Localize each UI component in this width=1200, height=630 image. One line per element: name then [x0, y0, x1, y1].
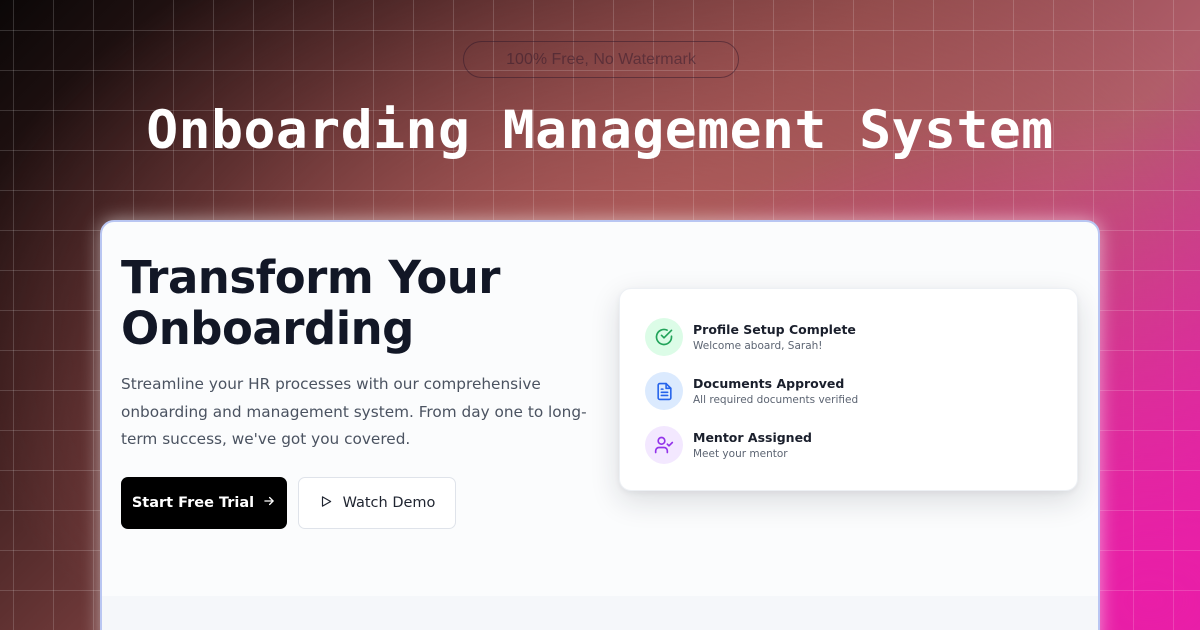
free-badge-label: 100% Free, No Watermark [506, 50, 696, 68]
arrow-right-icon [262, 494, 276, 512]
start-free-trial-label: Start Free Trial [131, 495, 255, 511]
start-free-trial-button[interactable]: Start Free Trial [121, 477, 287, 529]
page-headline: Onboarding Management System [146, 100, 1054, 161]
status-item-mentor: Mentor Assigned Meet your mentor [645, 425, 1055, 465]
hero-description: Streamline your HR processes with our co… [121, 375, 587, 448]
free-badge: 100% Free, No Watermark [463, 41, 739, 78]
document-icon [645, 372, 683, 410]
status-title: Documents Approved [693, 376, 845, 391]
card-lower-section [102, 596, 1098, 630]
watch-demo-label: Watch Demo [342, 495, 436, 511]
watch-demo-button[interactable]: Watch Demo [298, 477, 456, 529]
status-title: Profile Setup Complete [693, 322, 856, 337]
hero-card: Transform Your Onboarding Streamline you… [100, 220, 1100, 630]
hero-title-line-2: Onboarding [121, 302, 414, 355]
play-icon [319, 494, 333, 513]
status-title: Mentor Assigned [693, 430, 813, 445]
status-item-documents: Documents Approved All required document… [645, 371, 1055, 411]
status-subtitle: All required documents verified [693, 394, 859, 406]
onboarding-status-panel: Profile Setup Complete Welcome aboard, S… [619, 288, 1078, 491]
user-check-icon [645, 426, 683, 464]
status-subtitle: Welcome aboard, Sarah! [693, 340, 823, 352]
status-subtitle: Meet your mentor [693, 448, 788, 460]
check-circle-icon [645, 318, 683, 356]
hero-title-line-1: Transform Your [121, 251, 500, 304]
hero-title: Transform Your Onboarding [121, 252, 601, 354]
status-item-profile: Profile Setup Complete Welcome aboard, S… [645, 317, 1055, 357]
